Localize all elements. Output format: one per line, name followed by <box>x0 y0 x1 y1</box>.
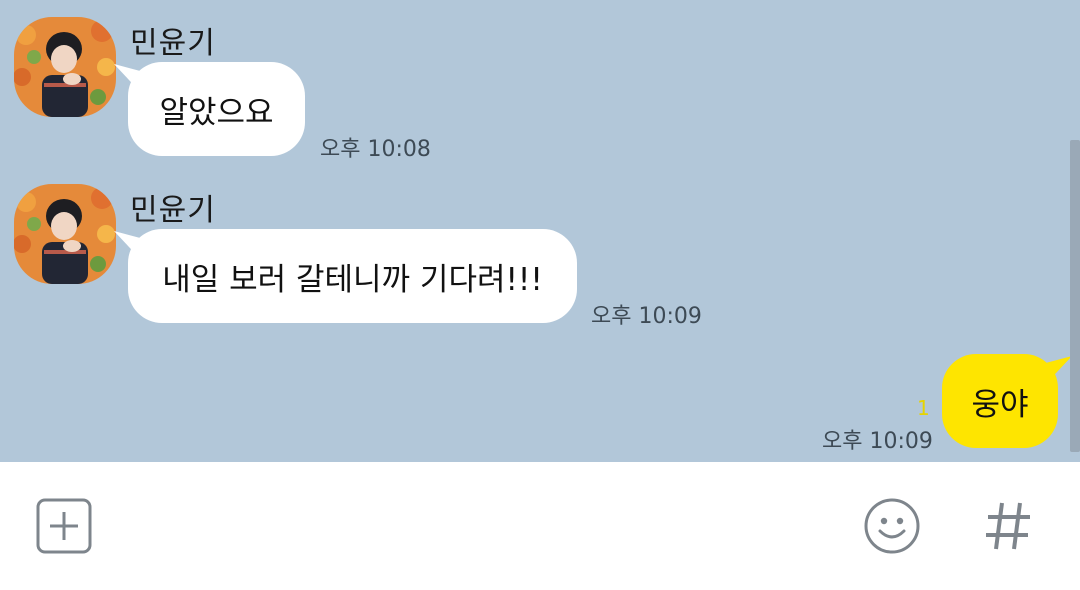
chat-screen: 민윤기 알았으요 오후 10:08 민윤기 내일 보러 갈테니까 기다려!!! … <box>0 0 1080 590</box>
sender-name: 민윤기 <box>130 193 216 228</box>
plus-square-icon[interactable] <box>36 498 92 554</box>
sender-name: 민윤기 <box>130 26 216 61</box>
message-time: 오후 10:08 <box>320 137 431 162</box>
message-bubble[interactable]: 내일 보러 갈테니까 기다려!!! <box>128 229 577 323</box>
input-bar <box>0 462 1080 590</box>
message-list[interactable]: 민윤기 알았으요 오후 10:08 민윤기 내일 보러 갈테니까 기다려!!! … <box>0 0 1080 462</box>
message-text: 웅야 <box>971 386 1029 423</box>
avatar[interactable] <box>14 17 116 117</box>
message-time: 오후 10:09 <box>591 304 702 329</box>
scrollbar[interactable] <box>1070 140 1080 452</box>
message-bubble[interactable]: 알았으요 <box>128 62 305 156</box>
message-time: 오후 10:09 <box>822 429 933 454</box>
message-bubble[interactable]: 웅야 <box>942 354 1058 448</box>
emoji-icon[interactable] <box>863 497 921 555</box>
avatar[interactable] <box>14 184 116 284</box>
message-text: 내일 보러 갈테니까 기다려!!! <box>162 261 543 298</box>
hashtag-icon[interactable] <box>980 497 1038 555</box>
unread-count: 1 <box>917 396 930 420</box>
message-text: 알았으요 <box>159 94 274 131</box>
